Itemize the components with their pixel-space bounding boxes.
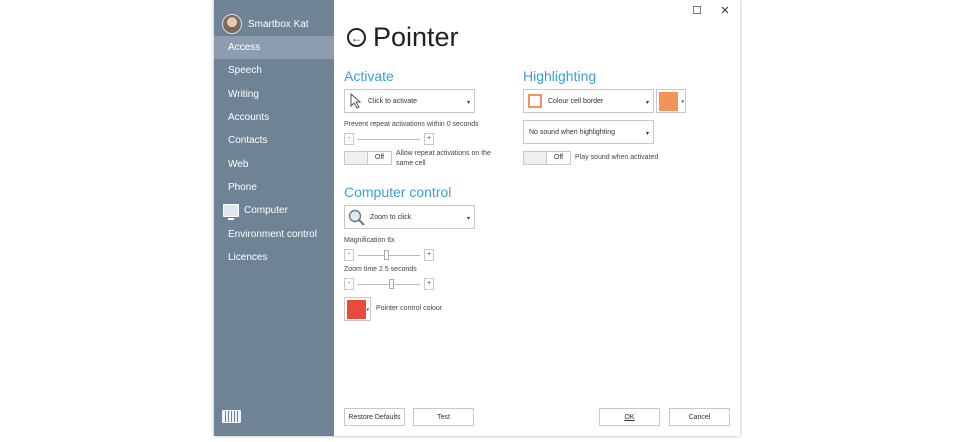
toggle-state: Off — [374, 154, 385, 161]
highlight-sound-dropdown[interactable]: No sound when highlighting ▾ — [523, 120, 654, 144]
prevent-repeat-stepper[interactable]: - + — [344, 133, 434, 145]
sidebar-item-label: Licences — [228, 251, 268, 263]
slider-track — [358, 255, 420, 256]
increment-button[interactable]: + — [424, 133, 434, 145]
allow-repeat-toggle[interactable]: Off — [344, 151, 392, 165]
sidebar: Smartbox Kat Access Speech Writing Accou… — [214, 0, 334, 436]
sidebar-item-speech[interactable]: Speech — [214, 59, 334, 82]
decrement-button[interactable]: - — [344, 249, 354, 261]
highlight-style-value: Colour cell border — [548, 97, 604, 105]
pointer-colour-picker[interactable]: ▾ — [344, 297, 371, 321]
chevron-down-icon: ▾ — [645, 100, 649, 106]
zoom-time-stepper[interactable]: - + — [344, 278, 434, 290]
highlight-colour-picker[interactable]: ▾ — [656, 89, 686, 113]
back-arrow-icon[interactable]: ← — [347, 28, 366, 47]
decrement-button[interactable]: - — [344, 133, 354, 145]
monitor-icon — [223, 204, 239, 221]
chevron-down-icon: ▾ — [681, 99, 684, 105]
ok-button[interactable]: OK — [599, 408, 660, 426]
keyboard-icon[interactable] — [222, 410, 241, 423]
sidebar-item-label: Contacts — [228, 135, 268, 147]
sidebar-item-label: Phone — [228, 181, 257, 193]
sidebar-item-access[interactable]: Access — [214, 36, 334, 60]
chevron-down-icon: ▾ — [466, 216, 470, 222]
sidebar-item-computer[interactable]: Computer — [214, 199, 334, 222]
toggle-knob — [524, 152, 547, 164]
sidebar-item-label: Web — [228, 158, 249, 170]
computer-control-mode-value: Zoom to click — [370, 213, 412, 221]
computer-control-section-title: Computer control — [344, 184, 452, 200]
sidebar-item-label: Speech — [228, 65, 262, 77]
computer-control-mode-dropdown[interactable]: Zoom to click ▾ — [344, 205, 475, 229]
activate-mode-dropdown[interactable]: Click to activate ▾ — [344, 89, 475, 113]
close-button[interactable]: ✕ — [718, 4, 732, 17]
magnifier-icon — [348, 209, 365, 226]
play-sound-toggle[interactable]: Off — [523, 151, 571, 165]
slider-thumb[interactable] — [383, 250, 389, 260]
user-name: Smartbox Kat — [248, 18, 309, 30]
sidebar-nav: Access Speech Writing Accounts Contacts … — [214, 36, 334, 269]
magnification-stepper[interactable]: - + — [344, 249, 434, 261]
sidebar-item-label: Access — [228, 42, 261, 54]
highlight-colour-swatch — [659, 92, 678, 111]
sidebar-item-accounts[interactable]: Accounts — [214, 106, 334, 129]
chevron-down-icon: ▾ — [366, 307, 369, 313]
allow-repeat-label: Allow repeat activations on the same cel… — [396, 150, 491, 167]
sidebar-item-label: Accounts — [228, 112, 270, 124]
pointer-colour-swatch — [347, 300, 366, 319]
play-sound-label: Play sound when activated — [575, 154, 659, 161]
slider-thumb[interactable] — [389, 279, 395, 289]
activate-section-title: Activate — [344, 68, 394, 84]
activate-mode-value: Click to activate — [368, 97, 418, 105]
toggle-knob — [345, 152, 368, 164]
chevron-down-icon: ▾ — [645, 131, 649, 137]
cancel-button[interactable]: Cancel — [669, 408, 730, 426]
avatar — [222, 14, 242, 34]
cursor-arrow-icon — [350, 93, 362, 109]
pointer-colour-label: Pointer control colour — [376, 305, 443, 312]
sidebar-item-licences[interactable]: Licences — [214, 246, 334, 269]
sidebar-item-environment-control[interactable]: Environment control — [214, 222, 334, 245]
prevent-repeat-label: Prevent repeat activations within 0 seco… — [344, 121, 479, 128]
highlight-style-dropdown[interactable]: Colour cell border ▾ — [523, 89, 654, 113]
sidebar-item-label: Writing — [228, 88, 259, 100]
increment-button[interactable]: + — [424, 278, 434, 290]
chevron-down-icon: ▾ — [466, 100, 470, 106]
settings-window: Smartbox Kat Access Speech Writing Accou… — [214, 0, 740, 436]
magnification-label: Magnification 6x — [344, 237, 395, 244]
slider-track — [358, 139, 420, 140]
sidebar-item-writing[interactable]: Writing — [214, 83, 334, 106]
user-profile[interactable]: Smartbox Kat — [222, 14, 309, 34]
page-title: Pointer — [373, 22, 459, 52]
restore-defaults-button[interactable]: Restore Defaults — [344, 408, 405, 426]
test-button[interactable]: Test — [413, 408, 474, 426]
highlight-sound-value: No sound when highlighting — [529, 128, 616, 136]
sidebar-item-label: Computer — [244, 205, 288, 217]
sidebar-item-label: Environment control — [228, 228, 317, 240]
toggle-state: Off — [553, 154, 564, 161]
sidebar-item-contacts[interactable]: Contacts — [214, 129, 334, 152]
decrement-button[interactable]: - — [344, 278, 354, 290]
maximize-button[interactable]: ☐ — [690, 4, 704, 17]
increment-button[interactable]: + — [424, 249, 434, 261]
cell-border-icon — [528, 94, 542, 108]
zoom-time-label: Zoom time 2.5 seconds — [344, 266, 417, 273]
sidebar-item-phone[interactable]: Phone — [214, 176, 334, 199]
highlighting-section-title: Highlighting — [523, 68, 597, 84]
sidebar-item-web[interactable]: Web — [214, 152, 334, 175]
